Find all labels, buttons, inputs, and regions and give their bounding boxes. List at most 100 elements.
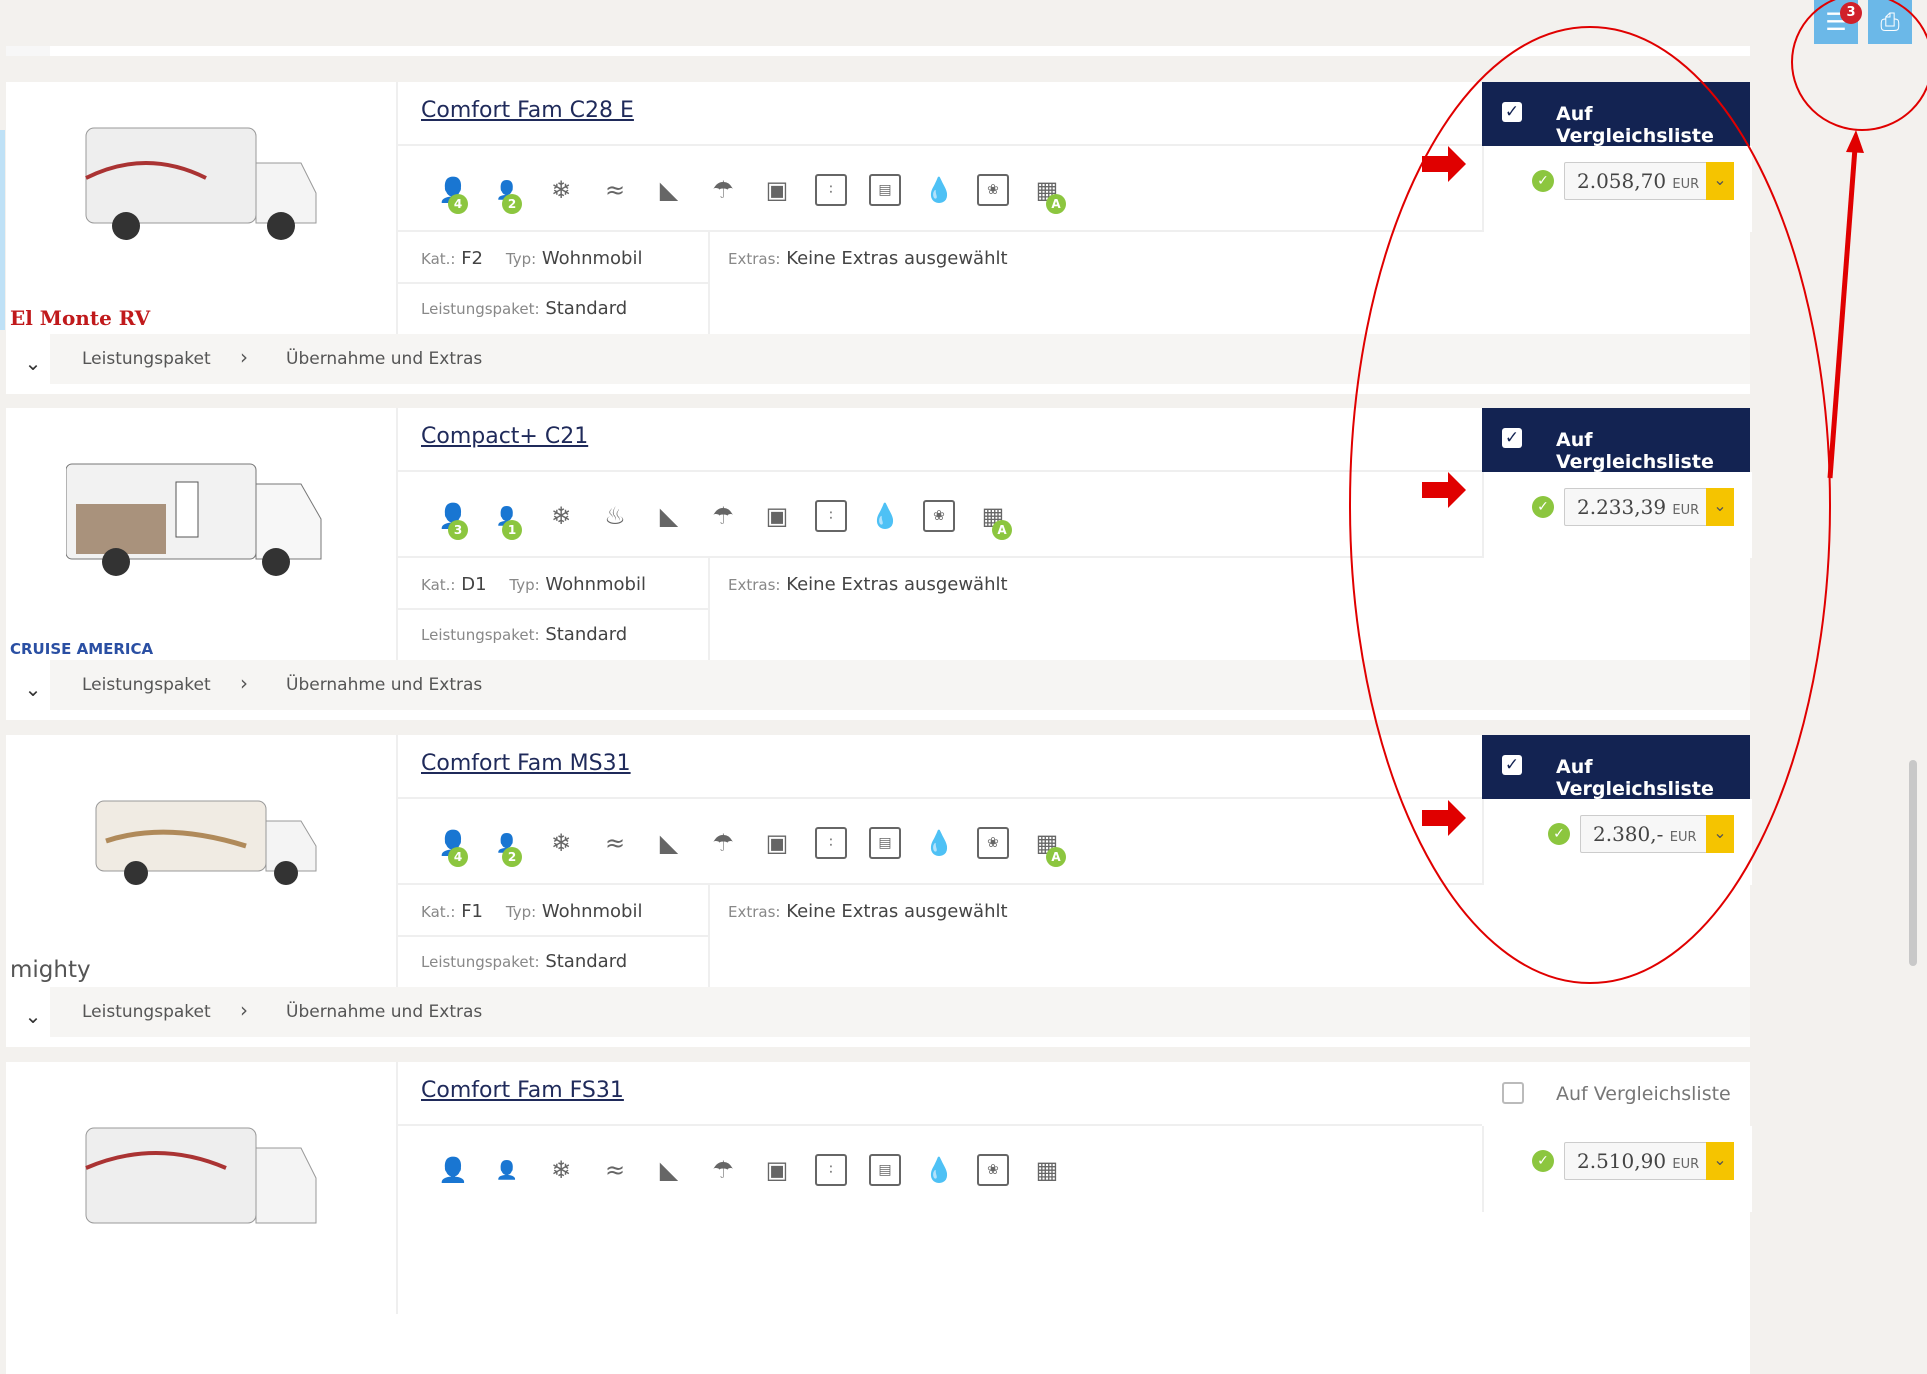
check-circle-icon: ✓ [1532,1150,1554,1172]
vehicle-image-cell: mighty [6,735,398,987]
rv-image[interactable] [66,761,336,911]
microwave-icon: ▣ [765,176,789,204]
stove-icon: ∶ [804,494,858,538]
feature-icons: 👤 4 👤 2 ❄ ≈ ◣ ☂ ▣ ∶ ▤ 💧 ❀ ▦ A [426,168,1074,218]
heating-icon: ≈ [604,1156,626,1184]
brand-logo: mighty [10,957,91,983]
category-info: Kat.: F2 Typ: Wohnmobil [421,248,642,269]
footer-extras-link[interactable]: Übernahme und Extras [286,675,482,695]
brand-logo: El Monte RV [10,306,151,330]
price-value: 2.380,- [1593,822,1664,846]
typ-value: Wohnmobil [541,901,643,922]
price-dropdown-button[interactable]: ⌄ [1706,815,1734,853]
chevron-right-icon: › [240,345,248,369]
divider [398,144,1483,146]
typ-label: Typ: [509,576,540,594]
microwave-icon: ▣ [765,1156,789,1184]
check-circle-icon: ✓ [1532,170,1554,192]
footer-package-link[interactable]: Leistungspaket [82,1002,211,1022]
child-persons-icon: 👤 2 [480,168,534,214]
scrollbar[interactable] [1909,760,1917,966]
vehicle-card: CRUISE AMERICA Compact+ C21 👤 3 👤 1 ❄ ♨ ◣ … [6,408,1752,720]
water-icon: 💧 [924,176,954,204]
price-select[interactable]: 2.380,- EUR [1580,815,1708,853]
compare-checkbox[interactable]: ✓ [1502,755,1522,775]
category-info: Kat.: F1 Typ: Wohnmobil [421,901,642,922]
extras-label: Extras: [728,250,781,268]
price-value: 2.233,39 [1577,495,1667,519]
vehicle-title-link[interactable]: Compact+ C21 [421,424,588,449]
chevron-down-icon[interactable]: ⌄ [16,346,50,380]
rv-image[interactable] [66,434,336,584]
compare-checkbox[interactable]: ✓ [1502,102,1522,122]
child-count: 1 [502,520,522,540]
feature-icons: 👤 4 👤 2 ❄ ≈ ◣ ☂ ▣ ∶ ▤ 💧 ❀ ▦ A [426,821,1074,871]
automatic-badge: A [1046,847,1066,867]
footer-extras-link[interactable]: Übernahme und Extras [286,349,482,369]
fridge-icon: ❀ [966,1148,1020,1192]
adult-count: 3 [448,520,468,540]
price-dropdown-button[interactable]: ⌄ [1706,488,1734,526]
compare-toggle[interactable]: Auf Vergleichsliste [1482,1062,1750,1126]
air-conditioning-icon: ❄ [550,176,572,204]
vehicle-title-link[interactable]: Comfort Fam MS31 [421,751,631,776]
extras-value: Keine Extras ausgewählt [786,574,1008,595]
divider [398,797,1483,799]
typ-label: Typ: [505,250,537,268]
brand-logo: CRUISE AMERICA [10,640,154,658]
shower-icon: ☂ [712,176,734,204]
vehicle-image-cell [6,1062,398,1314]
child-persons-icon: 👤 2 [480,821,534,867]
annotation-arrow-head [1846,130,1864,153]
compare-checkbox[interactable] [1502,1082,1524,1104]
kat-label: Kat.: [421,576,456,594]
print-button[interactable]: ⎙ [1868,0,1912,44]
divider [398,1124,1483,1126]
adult-persons-icon: 👤 [438,1156,468,1184]
fridge-icon: ❀ [966,168,1020,212]
vehicle-title-link[interactable]: Comfort Fam C28 E [421,98,634,123]
price-value: 2.058,70 [1577,169,1667,193]
compare-toggle[interactable]: ✓ Auf Vergleichsliste [1482,82,1750,147]
vehicle-card: mighty Comfort Fam MS31 👤 4 👤 2 ❄ ≈ ◣ ☂ ▣ … [6,735,1752,1047]
vehicle-title-link[interactable]: Comfort Fam FS31 [421,1078,624,1103]
feature-icons: 👤 👤 ❄ ≈ ◣ ☂ ▣ ∶ ▤ 💧 ❀ ▦ [426,1148,1074,1198]
air-conditioning-icon: ❄ [550,1156,572,1184]
compare-toggle[interactable]: ✓ Auf Vergleichsliste [1482,735,1750,800]
price-dropdown-button[interactable]: ⌄ [1706,1142,1734,1180]
left-scroll-indicator [0,130,5,330]
typ-value: Wohnmobil [541,248,643,269]
automatic-badge: A [992,520,1012,540]
extras-label: Extras: [728,903,781,921]
print-icon: ⎙ [1880,8,1900,36]
divider [398,608,708,610]
compare-checkbox[interactable]: ✓ [1502,428,1522,448]
footer-package-link[interactable]: Leistungspaket [82,349,211,369]
divider [398,556,1483,558]
oven-icon: ▤ [858,168,912,212]
price-select[interactable]: 2.510,90 EUR [1564,1142,1708,1180]
price-dropdown-button[interactable]: ⌄ [1706,162,1734,200]
chevron-down-icon[interactable]: ⌄ [16,999,50,1033]
rv-image[interactable] [66,1088,336,1238]
price-select[interactable]: 2.058,70 EUR [1564,162,1708,200]
shower-icon: ☂ [712,502,734,530]
rv-image[interactable] [66,108,336,258]
footer-extras-link[interactable]: Übernahme und Extras [286,1002,482,1022]
chevron-down-icon[interactable]: ⌄ [16,672,50,706]
water-icon: 💧 [924,829,954,857]
extras-value: Keine Extras ausgewählt [786,248,1008,269]
divider [398,282,708,284]
extras-info: Extras: Keine Extras ausgewählt [728,574,1008,595]
package-info: Leistungspaket: Standard [421,298,627,319]
footer-package-link[interactable]: Leistungspaket [82,675,211,695]
kat-label: Kat.: [421,250,456,268]
typ-value: Wohnmobil [545,574,646,595]
compare-toggle[interactable]: ✓ Auf Vergleichsliste [1482,408,1750,473]
feature-icons: 👤 3 👤 1 ❄ ♨ ◣ ☂ ▣ ∶ 💧 ❀ ▦ A [426,494,1020,544]
price-select[interactable]: 2.233,39 EUR [1564,488,1708,526]
vehicle-card: El Monte RV Comfort Fam C28 E 👤 4 👤 2 ❄ ≈ … [6,82,1752,394]
card-footer: ⌄ Leistungspaket › Übernahme und Extras [6,334,1750,384]
kat-label: Kat.: [421,903,456,921]
price-cell: ✓ 2.058,70 EUR ⌄ [1482,146,1752,232]
